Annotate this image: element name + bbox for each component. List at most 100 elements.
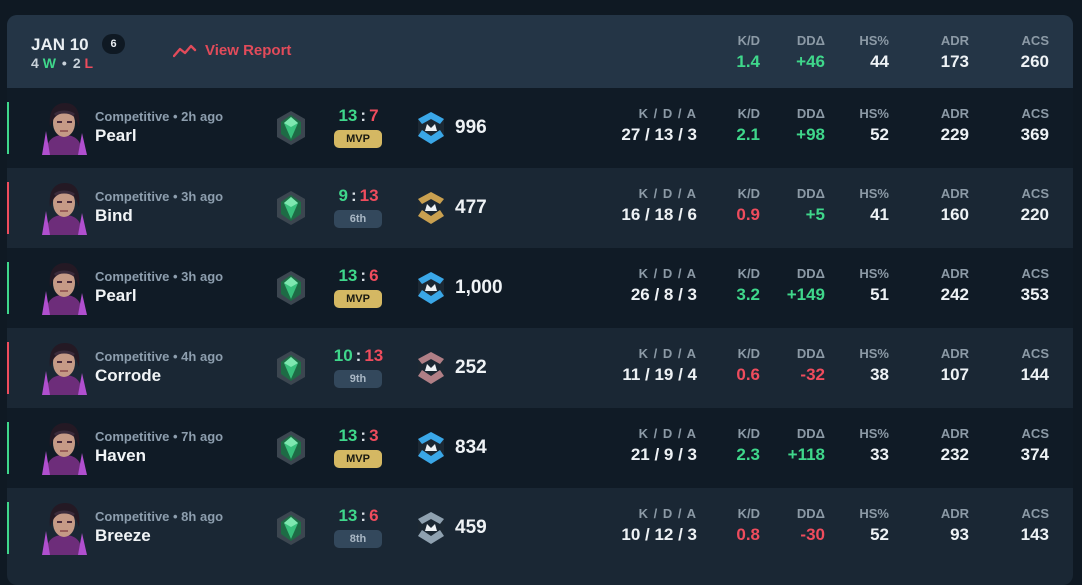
match-row[interactable]: Competitive • 4h ago Corrode 10:13 9th 2… (7, 328, 1073, 408)
agent-portrait (42, 503, 87, 555)
stat-label: ADR (940, 266, 969, 281)
stat-value: 369 (1020, 125, 1049, 144)
stat-value: 33 (870, 445, 889, 464)
result-edge (7, 342, 9, 394)
stat-hs-match4: HS% 38 (829, 346, 889, 385)
score-enemy: 13 (364, 346, 384, 365)
match-row[interactable]: Competitive • 3h ago Bind 9:13 6th 477 K… (7, 168, 1073, 248)
match-row[interactable]: Competitive • 3h ago Pearl 13:6 MVP 1,00… (7, 248, 1073, 328)
stat-label: DDΔ (796, 186, 825, 201)
separator-dot: • (61, 55, 67, 71)
map-name: Pearl (95, 286, 137, 305)
kda-value: 27 / 13 / 3 (621, 125, 697, 144)
stat-label: K/D (737, 186, 760, 201)
match-score: 9:13 (325, 186, 392, 206)
match-score: 13:7 (325, 106, 392, 126)
result-edge (7, 262, 9, 314)
date-label: JAN 10 (31, 35, 89, 54)
stat-value: +98 (796, 125, 825, 144)
stat-value: 1.4 (736, 52, 760, 71)
match-mode-time: Competitive • 3h ago (95, 269, 224, 284)
agent-portrait (42, 423, 87, 475)
wins-count: 4 (31, 55, 39, 71)
stat-label: DDΔ (796, 506, 825, 521)
score-separator: : (350, 186, 357, 205)
rr-value: 996 (455, 117, 487, 138)
losses-count: 2 (72, 55, 81, 71)
win-loss-summary: 4 W • 2 L (31, 55, 93, 71)
stat-value: 160 (940, 205, 969, 224)
stat-label: K/D (737, 346, 760, 361)
stat-label: ADR (940, 33, 969, 48)
match-mode-time: Competitive • 3h ago (95, 189, 224, 204)
losses-letter: L (84, 55, 94, 71)
score-separator: : (360, 106, 367, 125)
view-report-button[interactable]: View Report (173, 42, 291, 59)
rr-rank-badge-icon (418, 192, 444, 224)
score-separator: : (360, 426, 367, 445)
placement-badge: 6th (334, 210, 382, 228)
match-mode-time: Competitive • 2h ago (95, 109, 224, 124)
stat-value: 232 (940, 445, 969, 464)
stat-adr-day: ADR 173 (909, 33, 969, 72)
stat-kd-match3: K/D 3.2 (700, 266, 760, 305)
stat-value: 229 (940, 125, 969, 144)
kda-block: K / D / A 27 / 13 / 3 (613, 106, 697, 145)
stat-value: 38 (870, 365, 889, 384)
score-team: 13 (338, 106, 358, 125)
stat-value: 3.2 (736, 285, 760, 304)
score-team: 13 (338, 506, 358, 525)
match-row[interactable]: Competitive • 7h ago Haven 13:3 MVP 834 … (7, 408, 1073, 488)
stat-value: 51 (870, 285, 889, 304)
match-score: 13:6 (325, 266, 392, 286)
stat-kd-match4: K/D 0.6 (700, 346, 760, 385)
stat-label: DDΔ (796, 33, 825, 48)
stat-dd-match3: DDΔ +149 (765, 266, 825, 305)
stat-label: ACS (1021, 426, 1049, 441)
stat-hs-match6: HS% 52 (829, 506, 889, 545)
stat-value: 52 (870, 525, 889, 544)
stat-label: HS% (859, 266, 889, 281)
stat-label: ACS (1021, 266, 1049, 281)
match-row[interactable]: Competitive • 2h ago Pearl 13:7 MVP 996 … (7, 88, 1073, 168)
score-enemy: 13 (359, 186, 379, 205)
stat-value: +5 (805, 205, 825, 224)
view-report-label: View Report (205, 42, 292, 59)
emerald-rank-icon (277, 271, 305, 305)
stat-acs-match3: ACS 353 (989, 266, 1049, 305)
placement-badge: MVP (334, 290, 382, 308)
trend-line-icon (173, 44, 197, 57)
stat-adr-match2: ADR 160 (909, 186, 969, 225)
match-mode-time: Competitive • 4h ago (95, 349, 224, 364)
match-count-badge: 6 (102, 34, 125, 54)
stat-value: 41 (870, 205, 889, 224)
placement-badge: 8th (334, 530, 382, 548)
stat-hs-match3: HS% 51 (829, 266, 889, 305)
stat-value: -30 (800, 525, 825, 544)
stat-label: ACS (1021, 106, 1049, 121)
rr-rank-badge-icon (418, 112, 444, 144)
stat-label: ADR (940, 346, 969, 361)
stat-acs-match6: ACS 143 (989, 506, 1049, 545)
stat-label: DDΔ (796, 266, 825, 281)
score-team: 9 (338, 186, 348, 205)
stat-value: 0.6 (736, 365, 760, 384)
agent-portrait (42, 103, 87, 155)
day-summary-header: JAN 10 6 4 W • 2 L View Report K/D 1.4 DDΔ +4… (7, 15, 1073, 88)
map-name: Haven (95, 446, 147, 465)
kda-block: K / D / A 10 / 12 / 3 (613, 506, 697, 545)
kda-block: K / D / A 21 / 9 / 3 (613, 426, 697, 465)
kda-block: K / D / A 26 / 8 / 3 (613, 266, 697, 305)
stat-label: ACS (1021, 346, 1049, 361)
agent-portrait (42, 343, 87, 395)
match-row[interactable]: Competitive • 8h ago Breeze 13:6 8th 459… (7, 488, 1073, 568)
stat-value: 93 (950, 525, 969, 544)
kda-label: K / D / A (638, 506, 697, 521)
kda-value: 26 / 8 / 3 (630, 285, 697, 304)
stat-value: 107 (940, 365, 969, 384)
stat-label: ACS (1021, 506, 1049, 521)
kda-label: K / D / A (638, 106, 697, 121)
kda-block: K / D / A 11 / 19 / 4 (613, 346, 697, 385)
stat-value: +46 (796, 52, 825, 71)
score-team: 13 (338, 426, 358, 445)
